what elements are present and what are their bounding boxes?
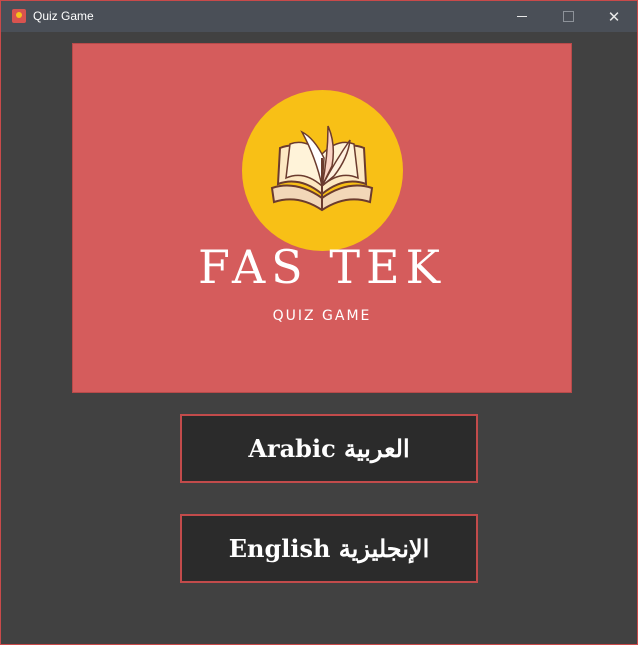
brand-subtitle: QUIZ GAME	[272, 308, 372, 324]
logo-circle	[242, 90, 403, 251]
arabic-button[interactable]: Arabic العربية	[180, 414, 478, 483]
title-bar[interactable]: Quiz Game ✕	[1, 1, 637, 32]
brand-title: FAS TEK	[198, 240, 446, 294]
open-book-icon	[270, 125, 374, 212]
maximize-button[interactable]	[545, 1, 591, 32]
arabic-button-label: Arabic العربية	[248, 434, 410, 463]
maximize-icon	[562, 11, 574, 22]
close-button[interactable]: ✕	[591, 1, 637, 32]
english-button[interactable]: English الإنجليزية	[180, 514, 478, 583]
window-title: Quiz Game	[33, 9, 94, 23]
logo-banner: FAS TEK QUIZ GAME	[72, 43, 572, 393]
close-icon: ✕	[607, 7, 621, 26]
english-button-label: English الإنجليزية	[228, 534, 430, 563]
quiz-game-window: Quiz Game ✕ FAS TEK QUIZ GAME Arabic الع…	[0, 0, 638, 645]
minimize-icon	[517, 16, 527, 17]
minimize-button[interactable]	[499, 1, 545, 32]
quiz-app-icon	[12, 9, 26, 23]
